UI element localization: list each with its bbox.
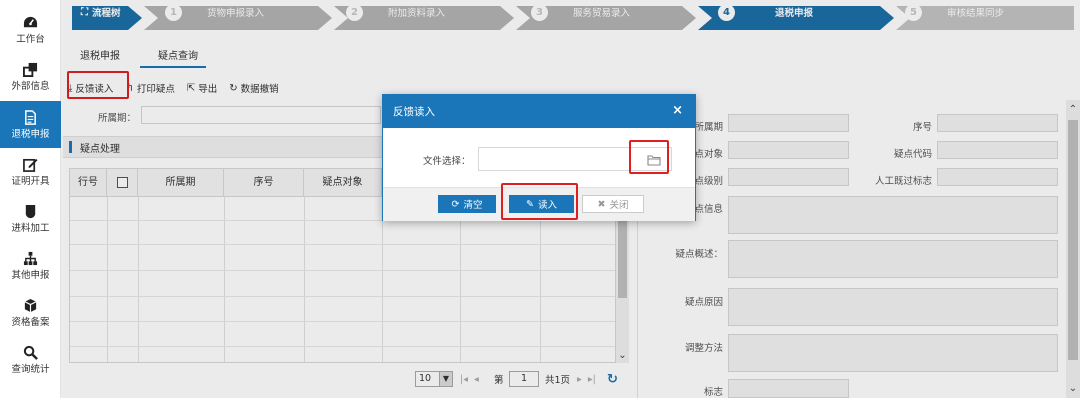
sidebar-item-qualification[interactable]: 资格备案 [0,289,61,336]
sidebar-item-external-info[interactable]: 外部信息 [0,53,61,100]
sidebar-item-label: 外部信息 [11,81,50,92]
sidebar-item-certificate[interactable]: 证明开具 [0,148,61,195]
sidebar-item-label: 工作台 [16,34,45,45]
document-icon [0,101,61,125]
x-icon: ✖ [597,198,606,210]
sidebar-item-label: 其他申报 [11,270,50,281]
dialog-header: 反馈读入 [383,95,695,128]
sidebar-item-label: 退税申报 [11,129,50,140]
sidebar-item-query[interactable]: 查询统计 [0,336,61,383]
window-icon [0,53,61,77]
refresh-icon: ⟳ [451,198,460,210]
sidebar-item-label: 证明开具 [11,176,50,187]
button-label: 关闭 [609,200,629,211]
sidebar-item-other[interactable]: 其他申报 [0,242,61,289]
file-select-label: 文件选择： [423,156,471,167]
highlight-box [629,140,669,174]
sidebar-item-workbench[interactable]: 工作台 [0,6,61,53]
sidebar-item-tax-refund[interactable]: 退税申报 [0,101,61,148]
clear-button[interactable]: ⟳ 清空 [438,195,496,213]
button-label: 清空 [463,200,483,211]
shield-icon [0,195,61,219]
left-sidebar: 工作台 外部信息 退税申报 证明开具 进料加工 其他申报 资格备案 查询统计 [0,0,61,398]
sitemap-icon [0,242,61,266]
search-icon [0,336,61,360]
close-icon[interactable]: × [672,103,683,118]
highlight-box [501,183,578,220]
sidebar-item-label: 资格备案 [11,317,50,328]
dialog-title: 反馈读入 [393,106,435,118]
cube-icon [0,289,61,313]
sidebar-item-label: 进料加工 [11,223,50,234]
edit-icon [0,148,61,172]
sidebar-item-processing[interactable]: 进料加工 [0,195,61,242]
close-button[interactable]: ✖ 关闭 [582,195,644,213]
sidebar-item-label: 查询统计 [11,364,50,375]
dashboard-icon [0,6,61,28]
